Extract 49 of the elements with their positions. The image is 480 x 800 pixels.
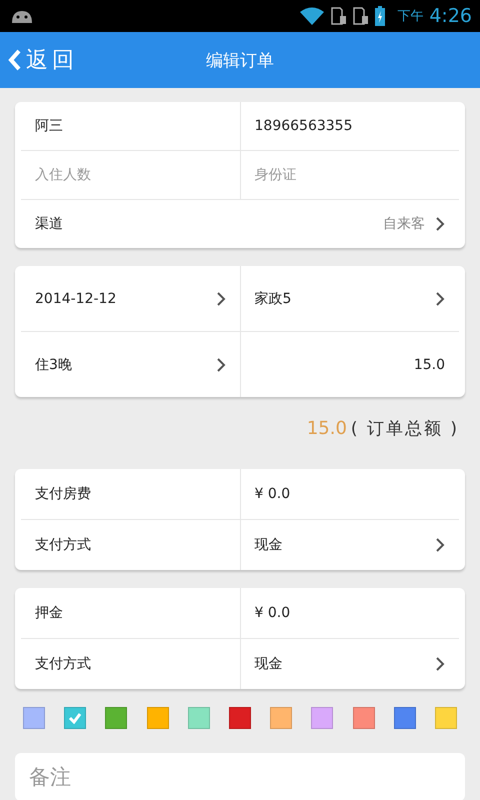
field-value: ¥ 0.0	[254, 605, 290, 621]
color-swatch[interactable]	[434, 707, 457, 729]
input-field[interactable]: 身份证	[254, 167, 445, 183]
back-chevron-icon	[8, 49, 22, 71]
status-period: 下午	[397, 8, 424, 25]
picker-row[interactable]: 现金	[254, 536, 445, 554]
picker-row[interactable]: 家政5	[254, 290, 445, 308]
picker-row[interactable]: 现金	[254, 655, 445, 673]
picker-row[interactable]: 2014-12-12	[35, 290, 226, 306]
status-time: 4:26	[429, 5, 472, 27]
input-field[interactable]: 入住人数	[35, 167, 226, 183]
sim-icon	[331, 7, 348, 25]
remark-field[interactable]: 备注	[15, 753, 465, 800]
chevron-icon	[216, 292, 226, 306]
battery-icon	[375, 6, 386, 26]
color-swatch[interactable]	[146, 707, 169, 729]
android-icon	[10, 9, 34, 23]
color-swatch[interactable]	[105, 707, 128, 729]
channel-row[interactable]: 渠道 自来客	[21, 200, 459, 248]
field-value: 自来客	[383, 215, 425, 233]
field-value: 阿三	[35, 117, 63, 135]
field-value: 18966563355	[254, 118, 352, 134]
field-value: 支付房费	[35, 485, 91, 503]
color-swatch[interactable]	[394, 707, 416, 729]
chevron-icon	[216, 358, 226, 372]
chevron-icon	[435, 217, 445, 231]
check-icon	[68, 712, 82, 724]
color-swatch[interactable]	[23, 707, 45, 729]
price-value: 15.0	[414, 356, 445, 372]
order-total: 15.0	[306, 418, 347, 438]
picker-row[interactable]: 住3晚	[35, 356, 226, 374]
field-value: 支付方式	[35, 655, 91, 673]
field-value: 支付方式	[35, 536, 91, 554]
field-value: ¥ 0.0	[254, 486, 290, 502]
sim-icon	[353, 7, 370, 25]
chevron-icon	[435, 538, 445, 552]
color-swatch[interactable]	[64, 707, 86, 729]
color-swatch[interactable]	[270, 707, 292, 729]
total-label: ( 订单总额 )	[350, 418, 459, 440]
chevron-icon	[435, 657, 445, 671]
color-swatch[interactable]	[188, 707, 210, 729]
page-title: 编辑订单	[206, 50, 274, 72]
color-swatch[interactable]	[228, 707, 251, 729]
chevron-icon	[435, 292, 445, 306]
color-swatch[interactable]	[311, 707, 334, 729]
field-label: 渠道	[35, 215, 63, 233]
color-swatch[interactable]	[352, 707, 374, 729]
wifi-icon	[299, 6, 326, 26]
field-value: 押金	[35, 604, 63, 622]
